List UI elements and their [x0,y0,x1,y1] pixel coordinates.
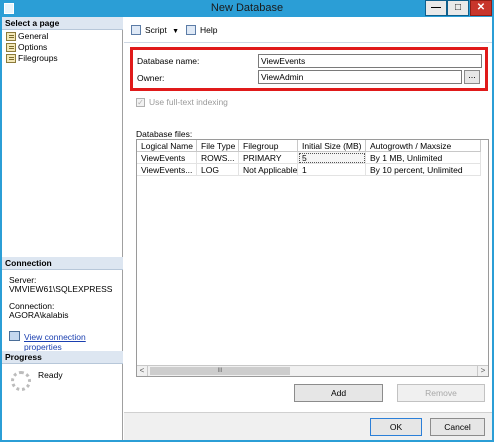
scroll-thumb[interactable]: III [150,367,290,375]
filegroup-cell[interactable]: Not Applicable [239,164,298,176]
column-header[interactable]: Initial Size (MB) [298,140,366,152]
owner-browse-button[interactable]: ... [464,70,480,84]
initial-size-cell[interactable]: 1 [298,164,366,176]
fulltext-checkbox[interactable]: ✓ [136,98,145,107]
ok-button[interactable]: OK [370,418,422,436]
column-header[interactable]: Filegroup [239,140,298,152]
column-header[interactable]: Logical Name [137,140,197,152]
progress-spinner-icon [11,371,31,391]
close-button[interactable]: ✕ [470,0,492,16]
fulltext-label: Use full-text indexing [149,97,228,107]
connection-header: Connection [2,257,123,270]
logical-name-cell[interactable]: ViewEvents [137,152,197,164]
scroll-left-button[interactable]: < [137,366,148,376]
database-name-input[interactable]: ViewEvents [258,54,482,68]
right-pane: Script ▼ Help Database name: ViewEvents … [124,17,492,412]
progress-status: Ready [38,370,63,380]
database-files-label: Database files: [136,129,193,139]
title-bar[interactable]: New Database — □ ✕ [0,0,494,17]
autogrowth-cell[interactable]: By 1 MB, Unlimited [366,152,481,164]
help-button[interactable]: Help [186,24,217,37]
initial-size-cell[interactable]: 5 [298,152,366,164]
script-icon [131,25,141,35]
server-value: VMVIEW61\SQLEXPRESS [9,284,113,294]
connection-properties-icon [9,331,20,341]
column-header[interactable]: File Type [197,140,239,152]
column-header[interactable]: Autogrowth / Maxsize [366,140,481,152]
dialog-button-bar: OK Cancel [124,412,492,440]
filegroup-cell[interactable]: PRIMARY [239,152,298,164]
page-icon [6,43,16,52]
page-item-filegroups[interactable]: Filegroups [5,53,58,64]
cancel-button[interactable]: Cancel [430,418,485,436]
owner-input[interactable]: ViewAdmin [258,70,462,84]
add-button[interactable]: Add [294,384,383,402]
scroll-right-button[interactable]: > [477,366,488,376]
chevron-down-icon[interactable]: ▼ [172,25,179,38]
script-button[interactable]: Script ▼ [131,24,179,37]
page-item-general[interactable]: General [5,31,48,42]
logical-name-cell[interactable]: ViewEvents... [137,164,197,176]
owner-label: Owner: [137,73,165,83]
help-icon [186,25,196,35]
page-item-label: General [18,31,49,41]
horizontal-scrollbar[interactable]: < III > [137,365,488,376]
database-files-grid[interactable]: Logical Name File Type Filegroup Initial… [136,139,489,377]
select-page-header: Select a page [2,17,123,30]
toolbar: Script ▼ Help [124,17,492,43]
progress-header: Progress [2,351,123,364]
minimize-button[interactable]: — [425,0,447,16]
page-item-options[interactable]: Options [5,42,47,53]
page-item-label: Filegroups [18,53,58,63]
view-connection-properties-link[interactable]: View connection properties [24,332,122,352]
script-label: Script [145,25,167,35]
database-name-label: Database name: [137,56,200,66]
left-pane: Select a page General Options Filegroups… [2,17,123,440]
file-type-cell[interactable]: LOG [197,164,239,176]
connection-value: AGORA\kalabis [9,310,69,320]
autogrowth-cell[interactable]: By 10 percent, Unlimited [366,164,481,176]
help-label: Help [200,25,218,35]
page-icon [6,54,16,63]
remove-button[interactable]: Remove [397,384,485,402]
new-database-window: New Database — □ ✕ Select a page General… [0,0,494,442]
page-icon [6,32,16,41]
file-type-cell[interactable]: ROWS... [197,152,239,164]
maximize-button[interactable]: □ [447,0,469,16]
page-item-label: Options [18,42,48,52]
window-title: New Database [210,2,284,14]
dialog-client: Select a page General Options Filegroups… [2,17,492,440]
